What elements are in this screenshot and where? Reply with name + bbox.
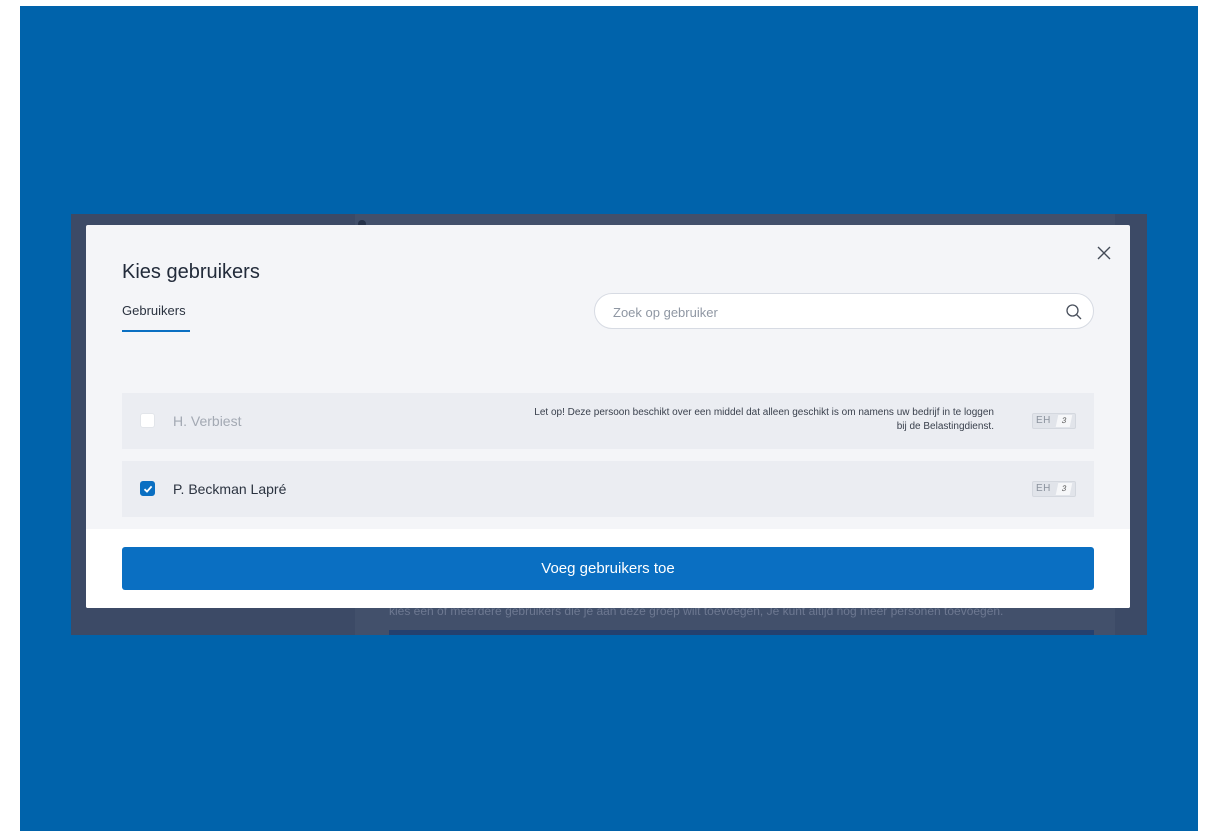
user-warning-text: Let op! Deze persoon beschikt over een m… [534, 407, 994, 432]
user-name: H. Verbiest [173, 413, 242, 429]
add-users-button[interactable]: Voeg gebruikers toe [122, 547, 1094, 590]
user-list: H. Verbiest Let op! Deze persoon beschik… [122, 393, 1094, 519]
search-input[interactable] [611, 294, 1055, 330]
eherkenning-logo-icon: EH [1036, 483, 1051, 494]
choose-users-dialog: Kies gebruikers Gebruikers H. Verbiest L… [86, 225, 1130, 608]
close-icon [1097, 246, 1111, 260]
badge-level: 3 [1055, 415, 1073, 427]
search-icon[interactable] [1065, 303, 1083, 321]
eherkenning-badge: EH 3 [1032, 413, 1076, 429]
background-button-bar [389, 630, 1094, 635]
search-field[interactable] [594, 293, 1094, 330]
close-button[interactable] [1094, 243, 1114, 263]
dialog-footer: Voeg gebruikers toe [86, 529, 1130, 608]
user-checkbox[interactable] [140, 481, 155, 496]
badge-level: 3 [1055, 483, 1073, 495]
dialog-title: Kies gebruikers [122, 261, 260, 283]
list-item[interactable]: P. Beckman Lapré EH 3 [122, 461, 1094, 517]
user-name: P. Beckman Lapré [173, 481, 287, 497]
eherkenning-logo-icon: EH [1036, 415, 1051, 426]
tab-gebruikers[interactable]: Gebruikers [122, 303, 190, 332]
checkmark-icon [143, 485, 153, 493]
user-checkbox[interactable] [140, 413, 155, 428]
eherkenning-badge: EH 3 [1032, 481, 1076, 497]
list-item[interactable]: H. Verbiest Let op! Deze persoon beschik… [122, 393, 1094, 449]
